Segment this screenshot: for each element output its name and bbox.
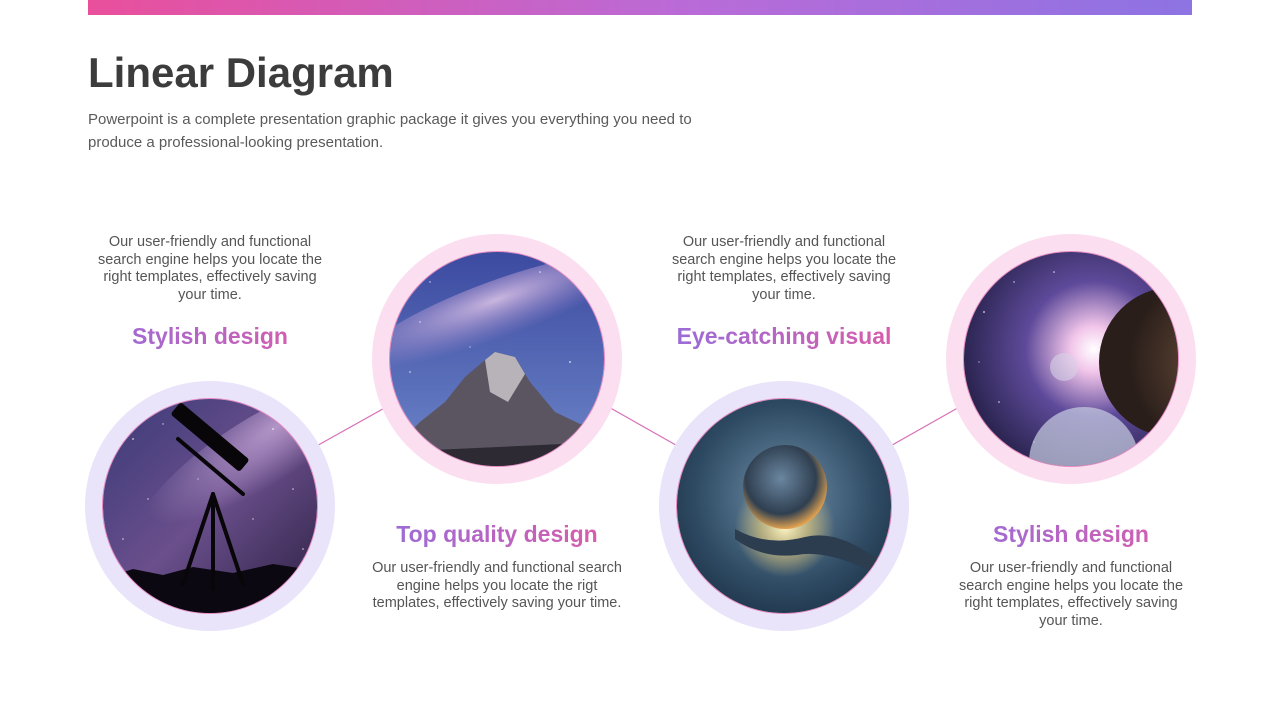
- step-1-heading: Stylish design: [60, 322, 360, 350]
- step-1-photo-telescope: [102, 398, 318, 614]
- step-3-photo-globe-hand: [676, 398, 892, 614]
- step-2-heading: Top quality design: [347, 520, 647, 548]
- step-3-heading: Eye-catching visual: [634, 322, 934, 350]
- step-2-description: Our user-friendly and functional search …: [372, 560, 622, 611]
- step-4-photo-planet: [963, 251, 1179, 467]
- step-1-description: Our user-friendly and functional search …: [97, 234, 323, 303]
- step-4-heading: Stylish design: [921, 520, 1221, 548]
- step-4-description: Our user-friendly and functional search …: [958, 560, 1184, 629]
- step-3-description: Our user-friendly and functional search …: [671, 234, 897, 303]
- step-2-photo-mountain: [389, 251, 605, 467]
